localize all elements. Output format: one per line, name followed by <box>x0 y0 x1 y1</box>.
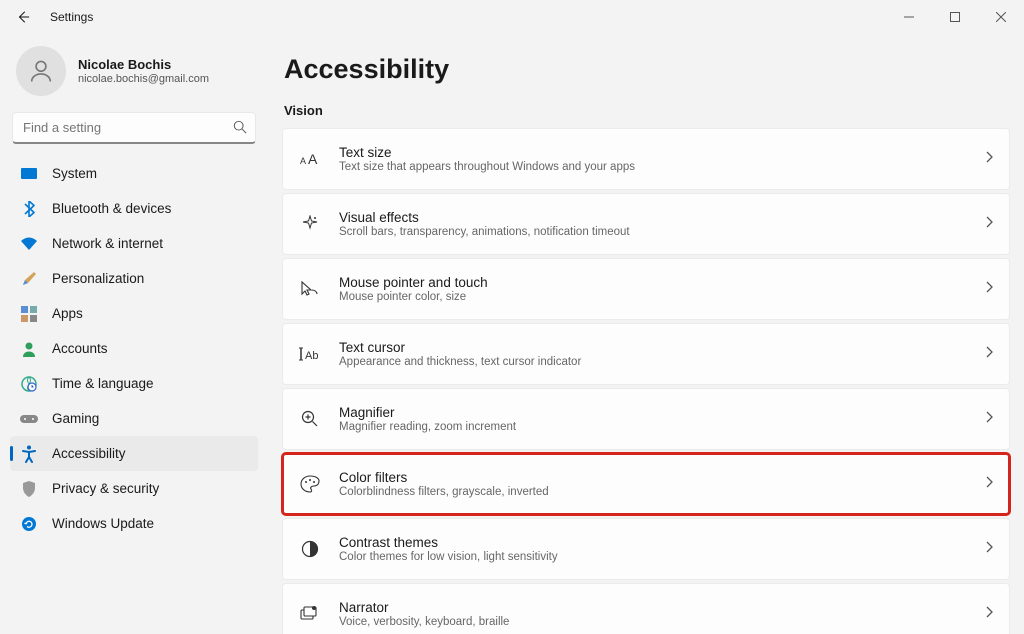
setting-sub: Mouse pointer color, size <box>339 291 985 303</box>
apps-icon <box>20 305 38 323</box>
text-size-icon: AA <box>299 151 321 167</box>
sidebar-item-gaming[interactable]: Gaming <box>10 401 258 436</box>
setting-text-size[interactable]: AA Text sizeText size that appears throu… <box>282 128 1010 190</box>
sidebar-item-label: Personalization <box>52 271 144 286</box>
globe-clock-icon <box>20 375 38 393</box>
contrast-icon <box>299 540 321 558</box>
sidebar-item-privacy[interactable]: Privacy & security <box>10 471 258 506</box>
system-icon <box>20 165 38 183</box>
page-title: Accessibility <box>284 54 1010 85</box>
setting-title: Contrast themes <box>339 535 985 550</box>
sparkle-icon <box>299 215 321 233</box>
setting-contrast-themes[interactable]: Contrast themesColor themes for low visi… <box>282 518 1010 580</box>
chevron-right-icon <box>985 475 993 493</box>
sidebar-item-bluetooth[interactable]: Bluetooth & devices <box>10 191 258 226</box>
main-content: Accessibility Vision AA Text sizeText si… <box>268 34 1024 634</box>
close-button[interactable] <box>978 0 1024 34</box>
wifi-icon <box>20 235 38 253</box>
sidebar-item-personalization[interactable]: Personalization <box>10 261 258 296</box>
sidebar-item-label: Apps <box>52 306 83 321</box>
sidebar-item-label: Time & language <box>52 376 154 391</box>
svg-text:Ab: Ab <box>305 350 318 362</box>
sidebar-item-update[interactable]: Windows Update <box>10 506 258 541</box>
text-cursor-icon: Ab <box>299 346 321 362</box>
shield-icon <box>20 480 38 498</box>
sidebar-item-label: Gaming <box>52 411 99 426</box>
user-name: Nicolae Bochis <box>78 57 209 72</box>
sidebar: Nicolae Bochis nicolae.bochis@gmail.com … <box>0 34 268 634</box>
setting-title: Text size <box>339 145 985 160</box>
section-label: Vision <box>284 103 1010 118</box>
update-icon <box>20 515 38 533</box>
setting-magnifier[interactable]: MagnifierMagnifier reading, zoom increme… <box>282 388 1010 450</box>
setting-text-cursor[interactable]: Ab Text cursorAppearance and thickness, … <box>282 323 1010 385</box>
setting-sub: Appearance and thickness, text cursor in… <box>339 356 985 368</box>
person-icon <box>20 340 38 358</box>
sidebar-item-accounts[interactable]: Accounts <box>10 331 258 366</box>
search-icon <box>233 120 247 139</box>
setting-sub: Voice, verbosity, keyboard, braille <box>339 616 985 628</box>
palette-icon <box>299 475 321 493</box>
sidebar-item-label: Bluetooth & devices <box>52 201 171 216</box>
search-box <box>12 112 256 144</box>
setting-title: Text cursor <box>339 340 985 355</box>
chevron-right-icon <box>985 605 993 623</box>
sidebar-item-label: Accounts <box>52 341 108 356</box>
chevron-right-icon <box>985 345 993 363</box>
setting-sub: Colorblindness filters, grayscale, inver… <box>339 486 985 498</box>
narrator-icon <box>299 605 321 623</box>
window-title: Settings <box>50 10 93 24</box>
setting-sub: Scroll bars, transparency, animations, n… <box>339 226 985 238</box>
setting-narrator[interactable]: NarratorVoice, verbosity, keyboard, brai… <box>282 583 1010 634</box>
chevron-right-icon <box>985 280 993 298</box>
search-input[interactable] <box>12 112 256 144</box>
magnifier-icon <box>299 410 321 428</box>
chevron-right-icon <box>985 150 993 168</box>
sidebar-item-network[interactable]: Network & internet <box>10 226 258 261</box>
chevron-right-icon <box>985 410 993 428</box>
chevron-right-icon <box>985 215 993 233</box>
gamepad-icon <box>20 410 38 428</box>
setting-title: Mouse pointer and touch <box>339 275 985 290</box>
bluetooth-icon <box>20 200 38 218</box>
user-profile[interactable]: Nicolae Bochis nicolae.bochis@gmail.com <box>10 42 258 110</box>
sidebar-item-label: Network & internet <box>52 236 163 251</box>
cursor-icon <box>299 280 321 298</box>
sidebar-item-label: Accessibility <box>52 446 126 461</box>
setting-sub: Magnifier reading, zoom increment <box>339 421 985 433</box>
setting-mouse-pointer[interactable]: Mouse pointer and touchMouse pointer col… <box>282 258 1010 320</box>
title-bar: Settings <box>0 0 1024 34</box>
setting-title: Color filters <box>339 470 985 485</box>
paintbrush-icon <box>20 270 38 288</box>
svg-text:A: A <box>300 156 306 166</box>
setting-visual-effects[interactable]: Visual effectsScroll bars, transparency,… <box>282 193 1010 255</box>
back-button[interactable] <box>14 8 32 26</box>
setting-title: Magnifier <box>339 405 985 420</box>
nav-list: System Bluetooth & devices Network & int… <box>10 156 258 541</box>
sidebar-item-label: System <box>52 166 97 181</box>
sidebar-item-label: Windows Update <box>52 516 154 531</box>
minimize-button[interactable] <box>886 0 932 34</box>
sidebar-item-accessibility[interactable]: Accessibility <box>10 436 258 471</box>
setting-sub: Color themes for low vision, light sensi… <box>339 551 985 563</box>
setting-sub: Text size that appears throughout Window… <box>339 161 985 173</box>
accessibility-icon <box>20 445 38 463</box>
setting-color-filters[interactable]: Color filtersColorblindness filters, gra… <box>282 453 1010 515</box>
avatar <box>16 46 66 96</box>
svg-text:A: A <box>308 151 318 167</box>
sidebar-item-apps[interactable]: Apps <box>10 296 258 331</box>
maximize-button[interactable] <box>932 0 978 34</box>
sidebar-item-system[interactable]: System <box>10 156 258 191</box>
setting-title: Visual effects <box>339 210 985 225</box>
user-email: nicolae.bochis@gmail.com <box>78 73 209 85</box>
sidebar-item-time[interactable]: Time & language <box>10 366 258 401</box>
sidebar-item-label: Privacy & security <box>52 481 159 496</box>
chevron-right-icon <box>985 540 993 558</box>
setting-title: Narrator <box>339 600 985 615</box>
